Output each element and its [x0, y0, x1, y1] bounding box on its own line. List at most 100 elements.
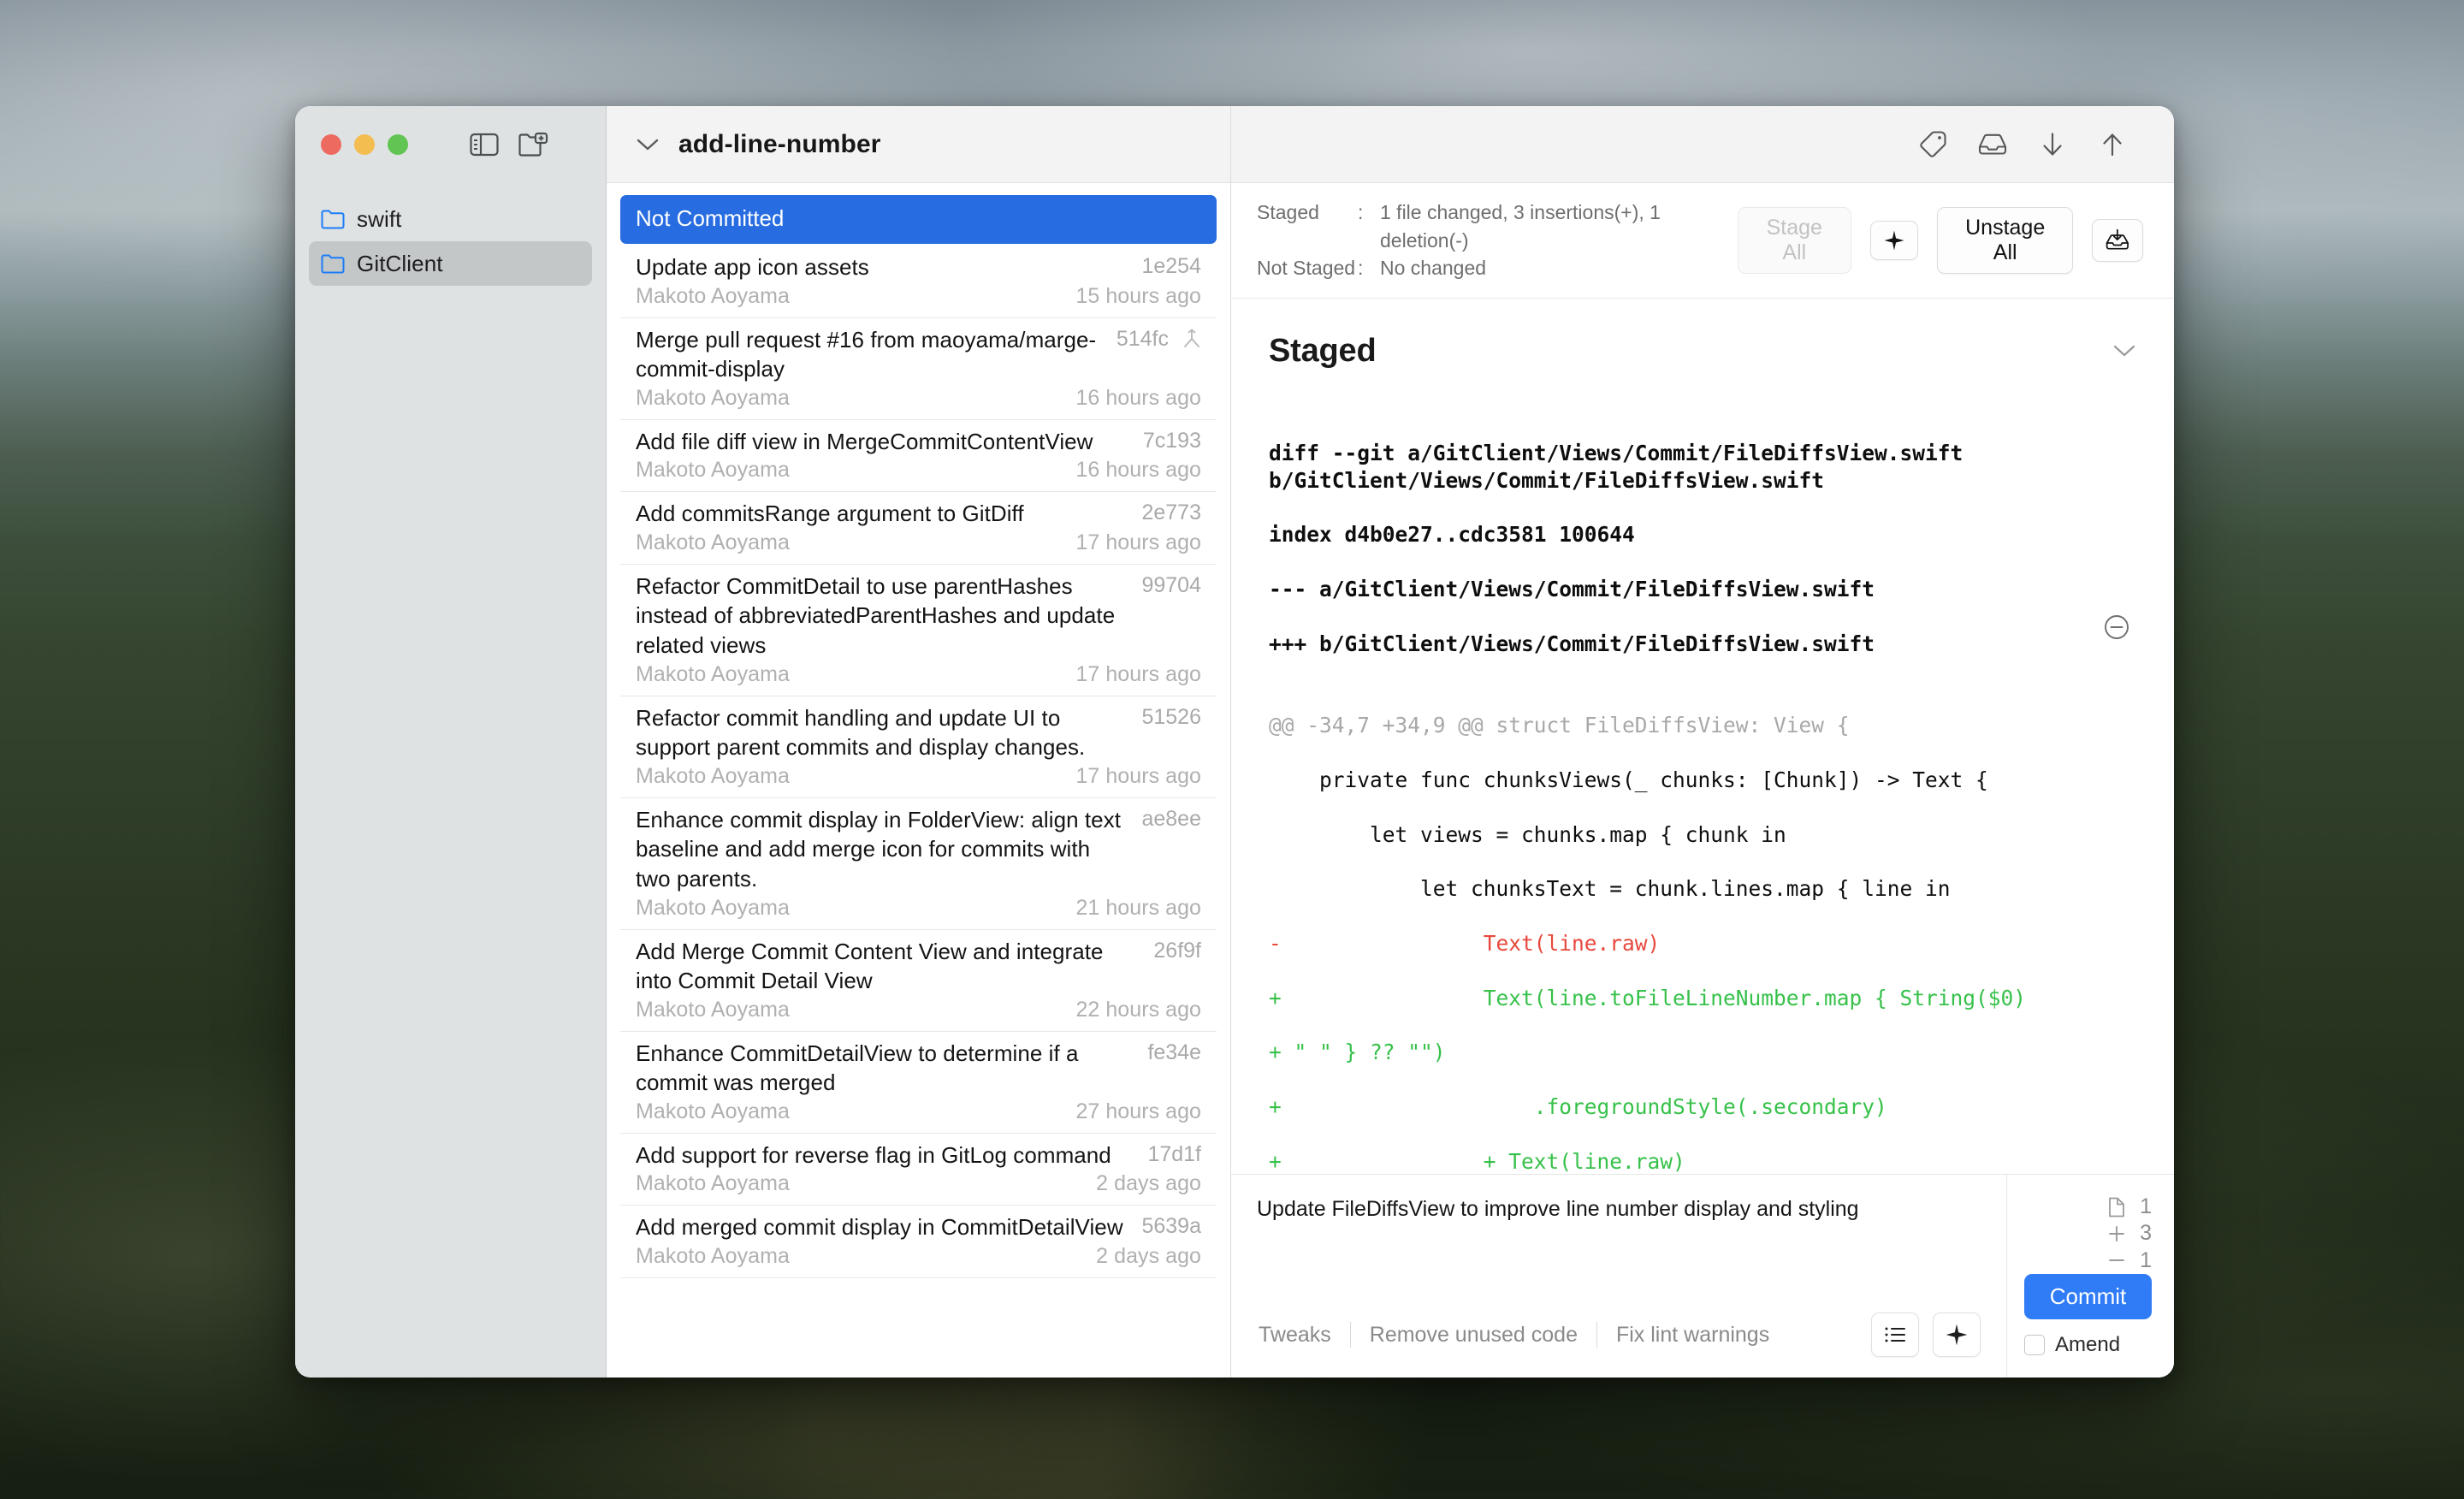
commit-suggestion-row: Tweaks Remove unused code Fix lint warni…	[1257, 1312, 1981, 1357]
branch-bar: add-line-number	[607, 106, 1230, 183]
unstage-all-button[interactable]: Unstage All	[1937, 207, 2073, 274]
staged-status-line: Staged : 1 file changed, 3 insertions(+)…	[1257, 198, 1719, 254]
commit-message: Add support for reverse flag in GitLog c…	[636, 1141, 1134, 1170]
commit-time: 27 hours ago	[1075, 1099, 1201, 1124]
close-button[interactable]	[321, 134, 341, 155]
not-staged-value: No changed	[1380, 254, 1486, 282]
amend-checkbox[interactable]	[2024, 1335, 2045, 1355]
suggestion-remove-unused-code[interactable]: Remove unused code	[1351, 1323, 1596, 1348]
commit-author: Makoto Aoyama	[636, 284, 790, 309]
git-client-window: swift GitClient add-line-number	[295, 106, 2174, 1378]
amend-label: Amend	[2055, 1333, 2120, 1357]
commit-author: Makoto Aoyama	[636, 1099, 790, 1124]
diff-hunk-header: @@ -34,7 +34,9 @@ struct FileDiffsView: …	[1269, 712, 2136, 739]
commit-hash: 17d1f	[1147, 1141, 1201, 1167]
ai-stage-sparkle-button[interactable]	[1870, 221, 1918, 260]
commit-hash: 1e254	[1141, 252, 1201, 279]
commit-message: Add merged commit display in CommitDetai…	[636, 1212, 1128, 1242]
diff-line-deleted: - Text(line.raw)	[1269, 930, 2136, 957]
commit-row[interactable]: Refactor commit handling and update UI t…	[620, 696, 1217, 798]
commit-author: Makoto Aoyama	[636, 1244, 790, 1269]
folder-icon	[321, 253, 345, 274]
stash-tray-down-icon[interactable]	[2092, 219, 2143, 262]
amend-row[interactable]: Amend	[2024, 1333, 2152, 1357]
list-bullet-icon[interactable]	[1871, 1312, 1919, 1357]
commit-author: Makoto Aoyama	[636, 1171, 790, 1196]
commit-author: Makoto Aoyama	[636, 662, 790, 687]
inbox-icon[interactable]	[1970, 122, 2015, 167]
diff-header-line: --- a/GitClient/Views/Commit/FileDiffsVi…	[1269, 576, 2136, 603]
commit-row[interactable]: Enhance CommitDetailView to determine if…	[620, 1032, 1217, 1134]
sidebar: swift GitClient	[295, 106, 607, 1378]
chevron-down-icon[interactable]	[2112, 343, 2136, 358]
commit-message-input[interactable]: Update FileDiffsView to improve line num…	[1257, 1197, 1981, 1312]
commit-hash: fe34e	[1147, 1039, 1201, 1065]
diff-line: let chunksText = chunk.lines.map { line …	[1269, 875, 2136, 903]
commit-button[interactable]: Commit	[2024, 1274, 2152, 1319]
commit-side-panel: 1 3 1	[2006, 1175, 2174, 1378]
detail-scroll-area[interactable]: Staged diff --git a/GitClient/Views/Comm…	[1231, 299, 2174, 1174]
commit-area: Update FileDiffsView to improve line num…	[1231, 1174, 2174, 1378]
sidebar-folder-list: swift GitClient	[295, 183, 606, 286]
commit-hash: ae8ee	[1141, 805, 1201, 832]
commit-time: 21 hours ago	[1075, 896, 1201, 921]
stat-deletions: 1	[2024, 1247, 2152, 1274]
commit-row[interactable]: Merge pull request #16 from maoyama/marg…	[620, 318, 1217, 420]
staged-value: 1 file changed, 3 insertions(+), 1 delet…	[1380, 198, 1719, 254]
commit-row[interactable]: Update app icon assets 1e254 Makoto Aoya…	[620, 246, 1217, 318]
staging-status-bar: Staged : 1 file changed, 3 insertions(+)…	[1231, 183, 2174, 299]
sidebar-item-label: swift	[357, 206, 402, 233]
commit-row[interactable]: Add commitsRange argument to GitDiff 2e7…	[620, 492, 1217, 565]
stat-files-changed: 1	[2024, 1194, 2152, 1220]
commit-time: 16 hours ago	[1075, 458, 1201, 483]
suggestion-fix-lint-warnings[interactable]: Fix lint warnings	[1597, 1323, 1788, 1348]
commit-message: Enhance CommitDetailView to determine if…	[636, 1039, 1134, 1098]
plus-icon	[2106, 1223, 2128, 1244]
sidebar-toggle-icon[interactable]	[466, 127, 502, 163]
arrow-down-icon[interactable]	[2030, 122, 2075, 167]
commit-message-actions	[1871, 1312, 1981, 1357]
commit-message-pane: Update FileDiffsView to improve line num…	[1231, 1175, 2006, 1378]
circle-minus-icon[interactable]	[2102, 558, 2131, 587]
not-staged-status-line: Not Staged : No changed	[1257, 254, 1719, 282]
tag-icon[interactable]	[1910, 122, 1955, 167]
commit-author: Makoto Aoyama	[636, 998, 790, 1022]
commit-message: Update app icon assets	[636, 252, 1128, 282]
diff-header-line: +++ b/GitClient/Views/Commit/FileDiffsVi…	[1269, 631, 2136, 658]
arrow-up-icon[interactable]	[2090, 122, 2135, 167]
staged-diff-block: diff --git a/GitClient/Views/Commit/File…	[1231, 390, 2174, 1174]
diff-line-added: + .foregroundStyle(.secondary)	[1269, 1093, 2136, 1121]
staged-colon: :	[1358, 198, 1380, 254]
commit-message: Refactor commit handling and update UI t…	[636, 703, 1128, 762]
commit-row[interactable]: Add support for reverse flag in GitLog c…	[620, 1134, 1217, 1206]
commit-author: Makoto Aoyama	[636, 386, 790, 411]
diff-line: private func chunksViews(_ chunks: [Chun…	[1269, 767, 2136, 794]
staging-status-text: Staged : 1 file changed, 3 insertions(+)…	[1257, 198, 1719, 282]
suggestion-tweaks[interactable]: Tweaks	[1257, 1323, 1350, 1348]
commit-row[interactable]: Add Merge Commit Content View and integr…	[620, 930, 1217, 1032]
commit-hash: 26f9f	[1153, 937, 1201, 963]
commit-row[interactable]: Add file diff view in MergeCommitContent…	[620, 420, 1217, 493]
commit-row[interactable]: Refactor CommitDetail to use parentHashe…	[620, 565, 1217, 696]
staged-section-header[interactable]: Staged	[1231, 299, 2174, 390]
window-title-bar	[295, 106, 606, 183]
not-committed-row[interactable]: Not Committed	[620, 195, 1217, 244]
commit-time: 17 hours ago	[1075, 764, 1201, 789]
sparkle-icon[interactable]	[1933, 1312, 1981, 1357]
stage-all-button[interactable]: Stage All	[1738, 207, 1852, 274]
commit-time: 15 hours ago	[1075, 284, 1201, 309]
maximize-button[interactable]	[388, 134, 408, 155]
not-staged-label: Not Staged	[1257, 254, 1358, 282]
commit-time: 22 hours ago	[1075, 998, 1201, 1022]
add-folder-icon[interactable]	[515, 127, 551, 163]
commit-row[interactable]: Add merged commit display in CommitDetai…	[620, 1206, 1217, 1278]
chevron-down-icon[interactable]	[636, 137, 660, 152]
commit-list[interactable]: Not Committed Update app icon assets 1e2…	[607, 183, 1230, 1378]
sidebar-item-swift[interactable]: swift	[309, 197, 592, 241]
minimize-button[interactable]	[354, 134, 375, 155]
detail-column: Staged : 1 file changed, 3 insertions(+)…	[1231, 106, 2174, 1378]
sidebar-item-gitclient[interactable]: GitClient	[309, 241, 592, 286]
commit-row[interactable]: Enhance commit display in FolderView: al…	[620, 798, 1217, 930]
staged-section-title: Staged	[1269, 333, 1377, 370]
commit-hash: 99704	[1141, 572, 1201, 598]
